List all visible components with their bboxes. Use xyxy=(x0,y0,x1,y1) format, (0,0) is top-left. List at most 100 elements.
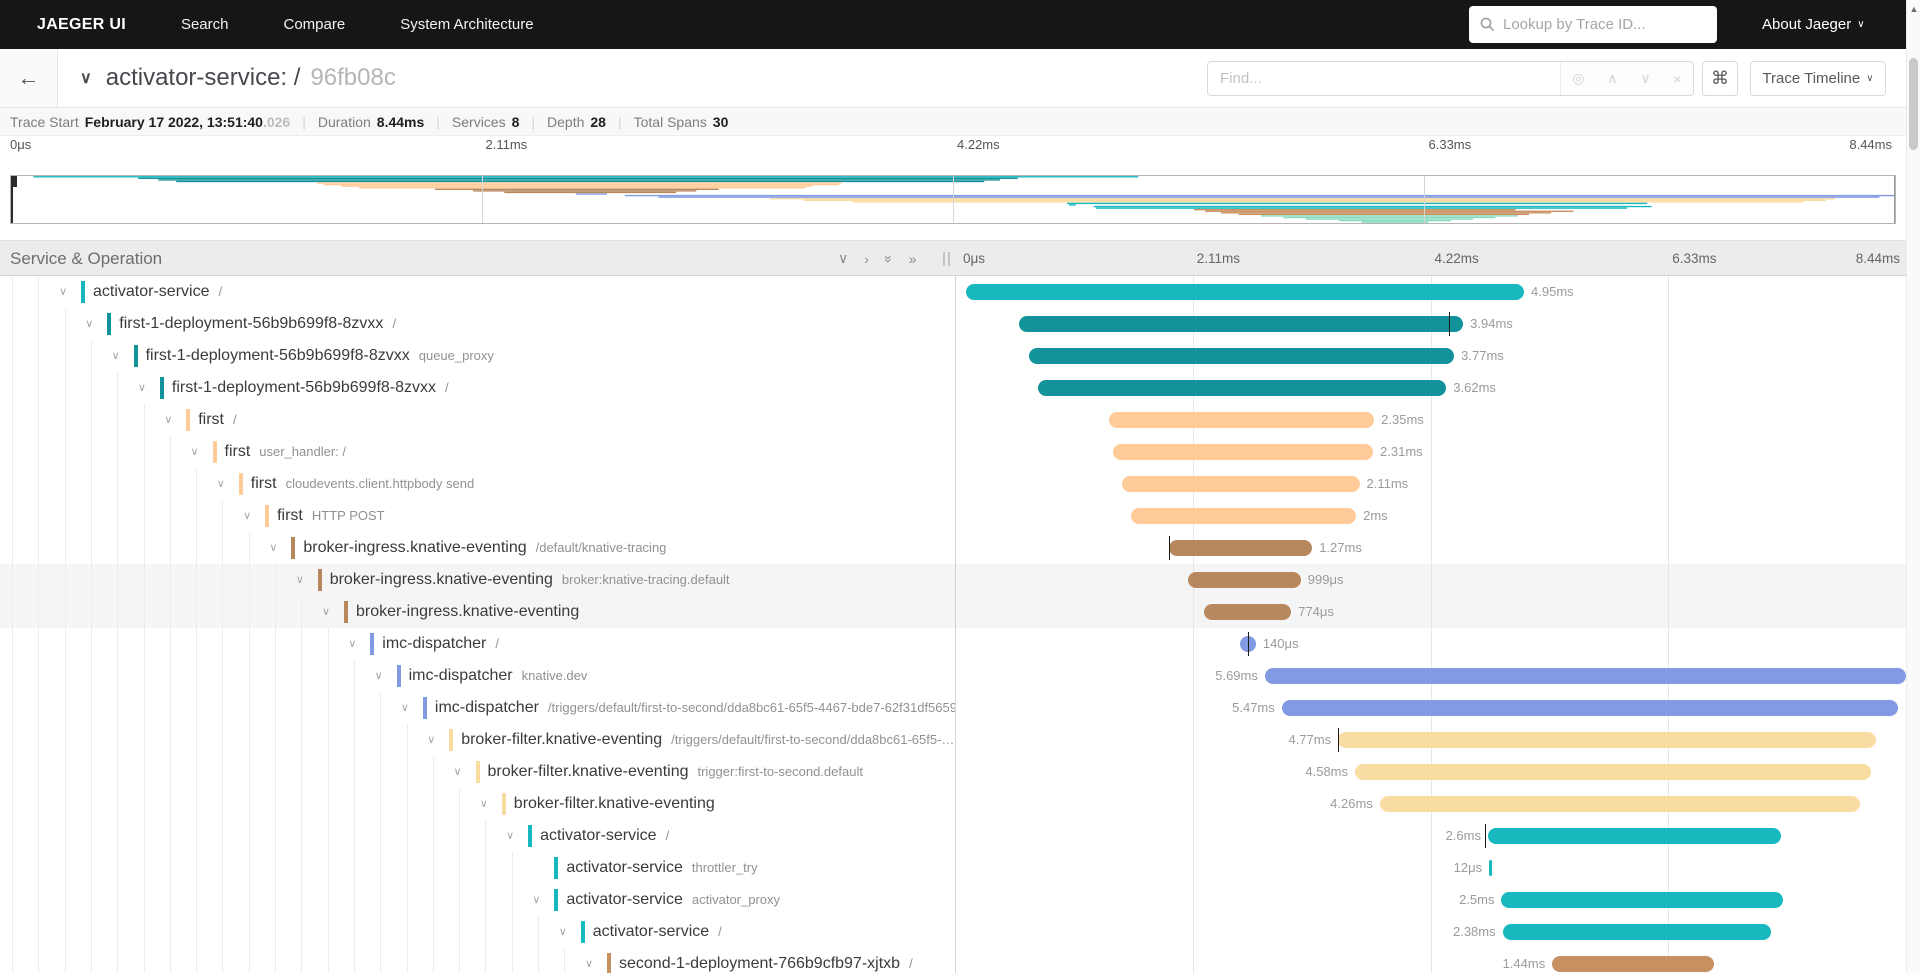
span-name-cell[interactable]: ∨imc-dispatcher/triggers/default/first-t… xyxy=(0,692,955,724)
span-timeline-cell[interactable]: 2.5ms xyxy=(955,884,1906,916)
span-timeline-cell[interactable]: 4.58ms xyxy=(955,756,1906,788)
span-row[interactable]: ∨broker-ingress.knative-eventing774μs xyxy=(0,596,1920,628)
span-row[interactable]: ∨first-1-deployment-56b9b699f8-8zvxxqueu… xyxy=(0,340,1920,372)
span-row[interactable]: ∨broker-ingress.knative-eventing/default… xyxy=(0,532,1920,564)
span-timeline-cell[interactable]: 5.69ms xyxy=(955,660,1906,692)
span-collapse-chevron-icon[interactable]: ∨ xyxy=(59,276,67,308)
span-name-cell[interactable]: ∨broker-filter.knative-eventing xyxy=(0,788,955,820)
span-collapse-chevron-icon[interactable]: ∨ xyxy=(217,468,225,500)
span-collapse-chevron-icon[interactable]: ∨ xyxy=(85,308,93,340)
span-timeline-cell[interactable]: 3.94ms xyxy=(955,308,1906,340)
span-name-cell[interactable]: ∨imc-dispatcher/ xyxy=(0,628,955,660)
span-timeline-cell[interactable]: 4.95ms xyxy=(955,276,1906,308)
span-name-cell[interactable]: activator-servicethrottler_try xyxy=(0,852,955,884)
scroll-up-arrow-icon[interactable]: ▲ xyxy=(1907,2,1920,16)
vertical-scrollbar[interactable]: ▲ xyxy=(1906,0,1920,973)
column-resizer-handle[interactable] xyxy=(943,252,950,266)
span-duration-bar[interactable] xyxy=(1501,892,1783,908)
span-name-cell[interactable]: ∨first-1-deployment-56b9b699f8-8zvxxqueu… xyxy=(0,340,955,372)
span-duration-bar[interactable] xyxy=(966,284,1524,300)
span-name-cell[interactable]: ∨first-1-deployment-56b9b699f8-8zvxx/ xyxy=(0,308,955,340)
collapse-trace-chevron-icon[interactable]: ∨ xyxy=(80,68,92,88)
span-collapse-chevron-icon[interactable]: ∨ xyxy=(322,596,330,628)
span-collapse-chevron-icon[interactable]: ∨ xyxy=(296,564,304,596)
span-collapse-chevron-icon[interactable]: ∨ xyxy=(532,884,540,916)
span-name-cell[interactable]: ∨activator-service/ xyxy=(0,916,955,948)
span-timeline-cell[interactable]: 2.11ms xyxy=(955,468,1906,500)
span-collapse-chevron-icon[interactable]: ∨ xyxy=(348,628,356,660)
find-prev-icon[interactable]: ∧ xyxy=(1607,70,1617,87)
span-row[interactable]: ∨first-1-deployment-56b9b699f8-8zvxx/3.9… xyxy=(0,308,1920,340)
span-duration-bar[interactable] xyxy=(1131,508,1356,524)
span-duration-bar[interactable] xyxy=(1019,316,1463,332)
span-row[interactable]: ∨first-1-deployment-56b9b699f8-8zvxx/3.6… xyxy=(0,372,1920,404)
span-collapse-chevron-icon[interactable]: ∨ xyxy=(243,500,251,532)
span-timeline-cell[interactable]: 1.27ms xyxy=(955,532,1906,564)
expand-all-icon[interactable]: » xyxy=(909,251,917,267)
span-row[interactable]: ∨broker-filter.knative-eventing4.26ms xyxy=(0,788,1920,820)
span-duration-bar[interactable] xyxy=(1113,444,1373,460)
span-duration-bar[interactable] xyxy=(1188,572,1301,588)
span-collapse-chevron-icon[interactable]: ∨ xyxy=(112,340,120,372)
span-duration-bar[interactable] xyxy=(1503,924,1771,940)
span-row[interactable]: ∨firstcloudevents.client.httpbody send2.… xyxy=(0,468,1920,500)
span-name-cell[interactable]: ∨broker-filter.knative-eventingtrigger:f… xyxy=(0,756,955,788)
span-row[interactable]: ∨activator-service/4.95ms xyxy=(0,276,1920,308)
trace-id-search-box[interactable]: Lookup by Trace ID... xyxy=(1469,6,1717,43)
span-collapse-chevron-icon[interactable]: ∨ xyxy=(506,820,514,852)
scrollbar-thumb[interactable] xyxy=(1909,58,1918,150)
span-name-cell[interactable]: ∨activator-service/ xyxy=(0,820,955,852)
span-row[interactable]: ∨broker-filter.knative-eventing/triggers… xyxy=(0,724,1920,756)
nav-search-link[interactable]: Search xyxy=(181,16,229,33)
collapse-all-icon[interactable]: » xyxy=(881,255,897,263)
span-name-cell[interactable]: ∨first/ xyxy=(0,404,955,436)
span-duration-bar[interactable] xyxy=(1265,668,1906,684)
span-collapse-chevron-icon[interactable]: ∨ xyxy=(559,916,567,948)
span-timeline-cell[interactable]: 140μs xyxy=(955,628,1906,660)
span-row[interactable]: ∨firstuser_handler: /2.31ms xyxy=(0,436,1920,468)
span-row[interactable]: activator-servicethrottler_try12μs xyxy=(0,852,1920,884)
find-next-icon[interactable]: ∨ xyxy=(1640,70,1650,87)
collapse-one-icon[interactable]: ∨ xyxy=(838,250,848,267)
trace-view-selector[interactable]: Trace Timeline ∨ xyxy=(1750,61,1886,96)
span-timeline-cell[interactable]: 5.47ms xyxy=(955,692,1906,724)
span-name-cell[interactable]: ∨activator-service/ xyxy=(0,276,955,308)
span-duration-bar[interactable] xyxy=(1488,828,1781,844)
span-timeline-cell[interactable]: 4.26ms xyxy=(955,788,1906,820)
span-duration-bar[interactable] xyxy=(1029,348,1454,364)
span-row[interactable]: ∨broker-filter.knative-eventingtrigger:f… xyxy=(0,756,1920,788)
span-collapse-chevron-icon[interactable]: ∨ xyxy=(401,692,409,724)
find-clear-icon[interactable]: × xyxy=(1673,71,1681,87)
span-name-cell[interactable]: ∨firstuser_handler: / xyxy=(0,436,955,468)
span-timeline-cell[interactable]: 4.77ms xyxy=(955,724,1906,756)
span-duration-bar[interactable] xyxy=(1282,700,1898,716)
minimap-left-scrubber-handle[interactable] xyxy=(11,176,17,187)
span-collapse-chevron-icon[interactable]: ∨ xyxy=(138,372,146,404)
span-collapse-chevron-icon[interactable]: ∨ xyxy=(375,660,383,692)
span-row[interactable]: ∨firstHTTP POST2ms xyxy=(0,500,1920,532)
span-row[interactable]: ∨broker-ingress.knative-eventingbroker:k… xyxy=(0,564,1920,596)
span-row[interactable]: ∨activator-serviceactivator_proxy2.5ms xyxy=(0,884,1920,916)
span-timeline-cell[interactable]: 774μs xyxy=(955,596,1906,628)
span-name-cell[interactable]: ∨imc-dispatcherknative.dev xyxy=(0,660,955,692)
span-duration-bar[interactable] xyxy=(1338,732,1875,748)
span-row[interactable]: ∨imc-dispatcher/triggers/default/first-t… xyxy=(0,692,1920,724)
expand-one-icon[interactable]: › xyxy=(864,251,869,267)
span-timeline-cell[interactable]: 3.62ms xyxy=(955,372,1906,404)
span-row[interactable]: ∨activator-service/2.6ms xyxy=(0,820,1920,852)
about-jaeger-menu[interactable]: About Jaeger ∨ xyxy=(1762,0,1865,49)
span-timeline-cell[interactable]: 2.38ms xyxy=(955,916,1906,948)
span-collapse-chevron-icon[interactable]: ∨ xyxy=(191,436,199,468)
find-match-case-icon[interactable]: ◎ xyxy=(1572,70,1584,87)
span-name-cell[interactable]: ∨broker-filter.knative-eventing/triggers… xyxy=(0,724,955,756)
span-row[interactable]: ∨activator-service/2.38ms xyxy=(0,916,1920,948)
span-collapse-chevron-icon[interactable]: ∨ xyxy=(269,532,277,564)
span-duration-bar[interactable] xyxy=(1489,860,1492,876)
minimap-right-scrubber[interactable] xyxy=(1894,176,1895,223)
span-name-cell[interactable]: ∨broker-ingress.knative-eventing xyxy=(0,596,955,628)
span-timeline-cell[interactable]: 999μs xyxy=(955,564,1906,596)
span-duration-bar[interactable] xyxy=(1169,540,1312,556)
back-button[interactable]: ← xyxy=(0,49,58,107)
jaeger-logo[interactable]: JAEGER UI xyxy=(37,16,126,34)
span-timeline-cell[interactable]: 2ms xyxy=(955,500,1906,532)
